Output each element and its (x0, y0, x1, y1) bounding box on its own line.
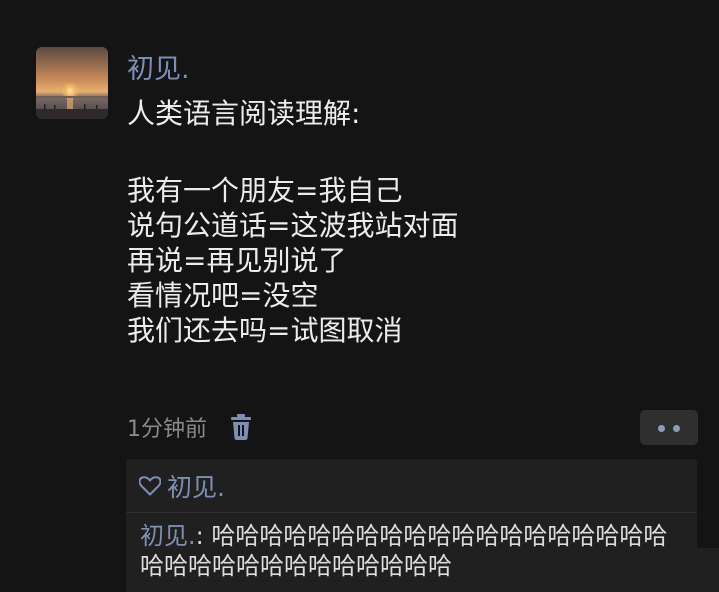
post-line: 看情况吧=没空 (127, 279, 319, 312)
sunset-photo (36, 47, 108, 119)
heart-outline-icon (139, 476, 161, 496)
post-line: 我有一个朋友=我自己 (127, 174, 403, 207)
more-dots-icon (658, 425, 665, 432)
post-line: 说句公道话=这波我站对面 (127, 209, 459, 242)
post-content: 人类语言阅读理解: 我有一个朋友=我自己 说句公道话=这波我站对面 再说=再见别… (127, 96, 458, 348)
more-dots-icon (673, 425, 680, 432)
post-line-blank (127, 131, 458, 173)
avatar[interactable] (36, 47, 108, 119)
trash-icon[interactable] (229, 414, 253, 440)
comment-separator: : (195, 522, 212, 550)
post-author-name[interactable]: 初见. (127, 52, 190, 88)
comment-author[interactable]: 初见. (140, 522, 196, 550)
watermark-fade (569, 548, 719, 592)
like-user-name[interactable]: 初见. (167, 468, 225, 504)
likes-row: 初见. (139, 469, 225, 503)
post-time: 1分钟前 (127, 417, 207, 442)
post-meta: 1分钟前 (127, 410, 253, 444)
post-line: 我们还去吗=试图取消 (127, 314, 403, 347)
post-line: 人类语言阅读理解: (127, 97, 361, 130)
post-line: 再说=再见别说了 (127, 244, 347, 277)
more-button[interactable] (640, 410, 698, 445)
divider (126, 512, 697, 513)
moment-post: 初见. 人类语言阅读理解: 我有一个朋友=我自己 说句公道话=这波我站对面 再说… (0, 0, 719, 592)
